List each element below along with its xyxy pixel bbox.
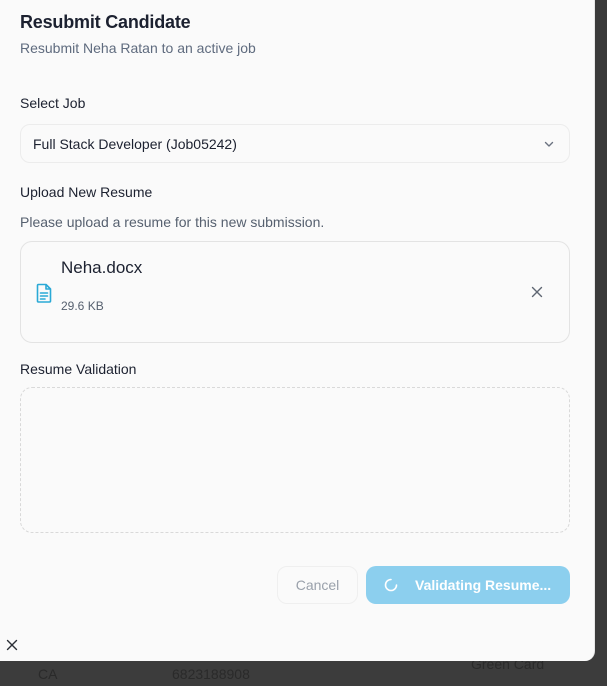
upload-resume-label: Upload New Resume	[20, 184, 153, 200]
file-size: 29.6 KB	[61, 299, 104, 313]
chevron-down-icon	[544, 141, 554, 147]
spinner-icon	[384, 578, 398, 592]
dialog-subtitle: Resubmit Neha Ratan to an active job	[20, 40, 256, 56]
validate-resume-button[interactable]: Validating Resume...	[366, 566, 570, 604]
upload-help-text: Please upload a resume for this new subm…	[20, 214, 325, 230]
document-icon	[36, 283, 52, 303]
dialog-title: Resubmit Candidate	[20, 12, 191, 32]
job-select[interactable]: Full Stack Developer (Job05242)	[20, 124, 570, 163]
background-phone-cell: 6823188908	[172, 666, 250, 682]
close-icon[interactable]	[6, 639, 18, 651]
validate-button-label: Validating Resume...	[415, 577, 552, 593]
background-state-cell: CA	[38, 666, 58, 682]
resume-validation-label: Resume Validation	[20, 361, 137, 377]
resume-validation-panel	[20, 387, 570, 533]
resubmit-candidate-dialog: Resubmit Candidate Resubmit Neha Ratan t…	[0, 0, 595, 661]
select-job-label: Select Job	[20, 95, 86, 111]
job-select-value: Full Stack Developer (Job05242)	[33, 136, 237, 152]
close-icon[interactable]	[531, 286, 543, 298]
cancel-button[interactable]: Cancel	[277, 566, 358, 604]
uploaded-file-card: Neha.docx 29.6 KB	[20, 241, 570, 343]
file-name: Neha.docx	[61, 258, 143, 277]
